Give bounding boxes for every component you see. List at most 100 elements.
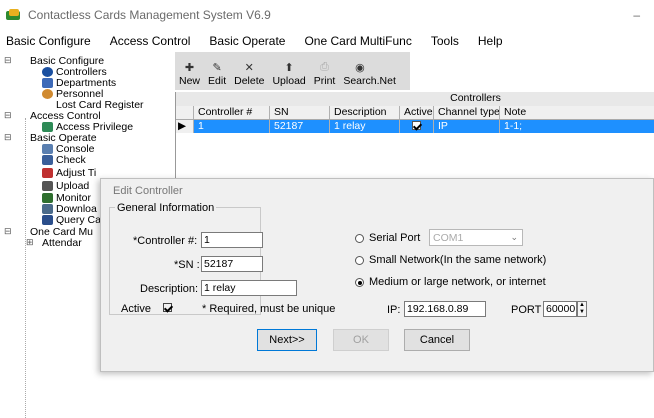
grid-header: Controller # SN Description Active Chann… [176, 106, 654, 120]
tree-access-control[interactable]: Access Control [30, 110, 101, 122]
tree-departments[interactable]: Departments [42, 77, 116, 89]
active-checkbox[interactable] [412, 121, 421, 130]
spin-up-icon[interactable]: ▲ [578, 302, 586, 309]
description-label: Description: [140, 283, 199, 295]
collapse-icon[interactable]: ⊟ [4, 226, 12, 237]
grid-caption: Controllers [176, 92, 654, 106]
row-pointer-icon: ▶ [176, 120, 194, 133]
net-button[interactable]: .Net [377, 61, 396, 87]
spin-down-icon[interactable]: ▼ [578, 309, 586, 316]
query-icon [42, 214, 53, 225]
active-checkbox[interactable] [163, 303, 172, 312]
controller-icon [42, 66, 53, 77]
controller-number-field[interactable]: 1 [201, 232, 263, 248]
col-channel-type[interactable]: Channel type [434, 106, 500, 119]
new-label: New [179, 75, 201, 87]
serial-port-radio[interactable] [355, 234, 364, 243]
delete-label: Delete [234, 75, 265, 87]
delete-button[interactable]: ✕ Delete [234, 61, 264, 87]
menu-one-card-multifunc[interactable]: One Card MultiFunc [304, 34, 411, 48]
edit-icon: ✎ [212, 62, 222, 74]
menu-tools[interactable]: Tools [431, 34, 459, 48]
tree-controllers[interactable]: Controllers [42, 66, 107, 78]
col-note[interactable]: Note [500, 106, 654, 119]
upload-button[interactable]: ⬆ Upload [272, 61, 305, 87]
cell-note: 1-1; [504, 120, 523, 132]
cell-sn: 52187 [270, 120, 330, 133]
menu-bar: Basic Configure Access Control Basic Ope… [0, 30, 654, 52]
tree-adjust-time[interactable]: Adjust Ti [42, 166, 97, 179]
chevron-down-icon: ⌄ [510, 232, 518, 242]
tree-download[interactable]: Downloa [42, 203, 97, 215]
col-controller[interactable]: Controller # [194, 106, 270, 119]
sn-field[interactable]: 52187 [201, 256, 263, 272]
tree-attendance[interactable]: Attendar [42, 237, 82, 249]
adjust-time-icon [42, 167, 53, 178]
col-active[interactable]: Active [400, 106, 434, 119]
binoculars-icon: ◉ [355, 62, 365, 74]
new-icon: ✚ [184, 62, 195, 74]
cancel-button[interactable]: Cancel [404, 329, 470, 351]
minimize-button[interactable]: – [633, 8, 640, 22]
small-network-label: Small Network(In the same network) [369, 254, 547, 266]
tree-one-card-multifunc[interactable]: One Card Mu [30, 226, 93, 238]
col-description[interactable]: Description [330, 106, 400, 119]
row-indicator-header [176, 106, 194, 119]
app-cards-icon [6, 9, 22, 21]
port-field[interactable]: 60000 [543, 301, 577, 317]
collapse-icon[interactable]: ⊟ [4, 110, 12, 121]
ip-field[interactable]: 192.168.0.89 [404, 301, 486, 317]
edit-button[interactable]: ✎ Edit [208, 61, 226, 87]
next-button[interactable]: Next>> [257, 329, 317, 351]
print-label: Print [313, 75, 336, 87]
window-title: Contactless Cards Management System V6.9 [28, 8, 271, 22]
tree-check[interactable]: Check [42, 154, 86, 166]
toolbar: ✚ New ✎ Edit ✕ Delete ⬆ Upload ⎙ Print ◉ Searc… [175, 52, 410, 90]
net-label: .Net [376, 75, 396, 87]
collapse-icon[interactable]: ⊟ [4, 55, 12, 66]
description-field[interactable]: 1 relay [201, 280, 297, 296]
tree-monitor[interactable]: Monitor [42, 192, 91, 204]
access-privilege-icon [42, 121, 53, 132]
ip-label: IP: [387, 304, 401, 316]
tree-upload[interactable]: Upload [42, 180, 89, 192]
ok-button[interactable]: OK [333, 329, 389, 351]
medium-network-radio[interactable] [355, 278, 364, 287]
serial-port-select[interactable]: COM1 ⌄ [429, 229, 523, 246]
personnel-icon [42, 88, 53, 99]
menu-access-control[interactable]: Access Control [110, 34, 191, 48]
upload-icon [42, 180, 53, 191]
general-info-legend: General Information [115, 202, 217, 214]
delete-icon: ✕ [244, 62, 254, 74]
tree-basic-configure[interactable]: Basic Configure [30, 55, 104, 67]
new-button[interactable]: ✚ New [179, 61, 200, 87]
tree-adjust-label: Adjust Ti [56, 166, 97, 179]
tree-console[interactable]: Console [42, 143, 95, 155]
tree-query-label: Query Ca [56, 213, 101, 226]
tree-personnel[interactable]: Personnel [42, 88, 103, 100]
expand-icon[interactable]: ⊞ [26, 237, 34, 248]
table-row[interactable]: ▶ 1 52187 1 relay IP 1-1; [176, 120, 654, 133]
tree-lost-card-register[interactable]: Lost Card Register [56, 99, 144, 111]
tree-basic-operate[interactable]: Basic Operate [30, 132, 97, 144]
menu-basic-operate[interactable]: Basic Operate [209, 34, 285, 48]
tree-query-card[interactable]: Query Ca [42, 213, 101, 226]
check-icon [42, 154, 53, 165]
serial-port-value: COM1 [433, 232, 464, 244]
small-network-radio[interactable] [355, 256, 364, 265]
edit-label: Edit [208, 75, 227, 87]
title-bar: Contactless Cards Management System V6.9… [0, 0, 654, 30]
menu-help[interactable]: Help [478, 34, 503, 48]
port-spinner[interactable]: ▲ ▼ [577, 301, 587, 317]
print-icon: ⎙ [320, 61, 329, 73]
print-button[interactable]: ⎙ Print [314, 61, 336, 87]
search-button[interactable]: ◉ Search [343, 61, 376, 87]
cell-controller: 1 [194, 120, 270, 133]
tree-access-privilege[interactable]: Access Privilege [42, 121, 133, 133]
cell-channel-type: IP [434, 120, 500, 133]
menu-basic-configure[interactable]: Basic Configure [6, 34, 91, 48]
col-sn[interactable]: SN [270, 106, 330, 119]
collapse-icon[interactable]: ⊟ [4, 132, 12, 143]
cell-description: 1 relay [330, 120, 400, 133]
download-icon [42, 203, 53, 214]
